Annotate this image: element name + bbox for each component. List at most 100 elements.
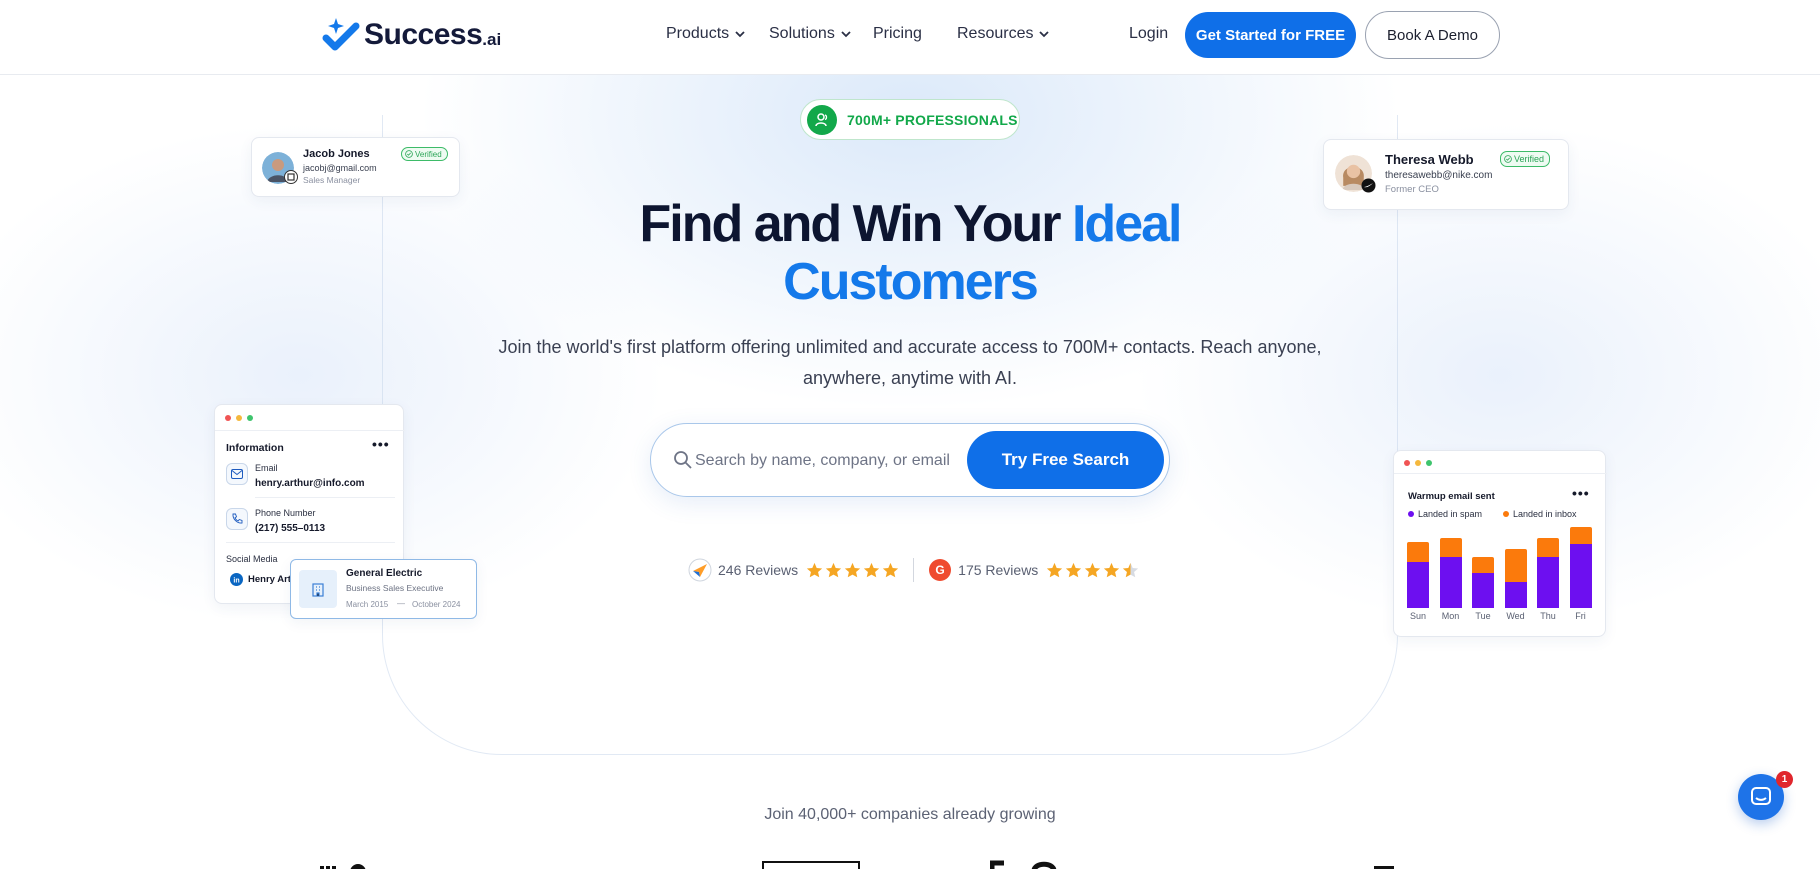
end-date: October 2024 xyxy=(412,600,461,609)
divider xyxy=(1394,473,1607,474)
card-name: Theresa Webb xyxy=(1385,152,1474,167)
profile-card-jacob: Jacob Jones jacobj@gmail.com Sales Manag… xyxy=(251,137,460,197)
g2-stars xyxy=(1046,562,1139,579)
legend-label: Landed in inbox xyxy=(1513,509,1577,519)
top-navbar: Success .ai Products Solutions Pricing R… xyxy=(0,0,1820,75)
bar-segment xyxy=(1472,557,1494,573)
warmup-chart-card: Warmup email sent ••• Landed in spam Lan… xyxy=(1393,450,1607,637)
phone-label: Phone Number xyxy=(255,508,316,518)
bar-segment xyxy=(1407,561,1429,608)
reviews-divider xyxy=(913,558,915,582)
linkedin-icon: in xyxy=(230,573,243,586)
card-name: Jacob Jones xyxy=(303,148,370,160)
bar-segment xyxy=(1472,572,1494,608)
svg-text:G: G xyxy=(935,563,944,577)
start-date: March 2015 xyxy=(346,600,389,609)
star-icon xyxy=(1047,562,1063,577)
notification-badge: 1 xyxy=(1776,771,1793,788)
window-dots xyxy=(1404,460,1432,466)
g2-icon: G xyxy=(929,559,952,581)
nav-pricing[interactable]: Pricing xyxy=(873,25,922,43)
reviews-row: 246 Reviews G 175 Reviews xyxy=(688,557,1139,583)
card-role: Sales Manager xyxy=(303,175,361,185)
partner-logo xyxy=(318,858,378,869)
book-demo-button[interactable]: Book A Demo xyxy=(1365,11,1500,59)
more-options-icon[interactable]: ••• xyxy=(372,436,390,452)
chevron-down-icon xyxy=(1039,31,1050,38)
star-half-icon xyxy=(1123,562,1139,577)
legend-swatch xyxy=(1408,511,1414,517)
building-icon xyxy=(299,570,337,608)
star-icon xyxy=(883,562,899,577)
x-tick-label: Fri xyxy=(1575,611,1586,621)
chart-title: Warmup email sent xyxy=(1408,491,1495,502)
search-input[interactable] xyxy=(695,442,955,480)
partner-logo xyxy=(762,861,860,869)
hero-headline: Find and Win Your Ideal Customers xyxy=(460,195,1360,311)
nav-solutions-label: Solutions xyxy=(769,25,835,42)
bar-segment xyxy=(1537,557,1559,608)
brand-logo[interactable]: Success .ai xyxy=(322,16,501,54)
x-tick-label: Mon xyxy=(1441,611,1460,621)
bar-segment xyxy=(1439,557,1462,608)
bar-segment xyxy=(1439,537,1462,558)
subline-line-1: Join the world's first platform offering… xyxy=(498,337,1322,357)
divider xyxy=(215,430,405,431)
bar-segment xyxy=(1537,537,1559,558)
check-circle-icon xyxy=(1504,155,1512,163)
svg-text:in: in xyxy=(233,577,239,584)
legend-label: Landed in spam xyxy=(1418,509,1483,519)
nav-resources-label: Resources xyxy=(957,25,1034,42)
star-icon xyxy=(864,562,880,577)
checkmark-sparkle-icon xyxy=(322,18,360,51)
legend-swatch xyxy=(1503,511,1509,517)
star-icon xyxy=(807,562,823,577)
x-tick-label: Thu xyxy=(1540,611,1556,621)
capterra-review-count: 246 Reviews xyxy=(718,562,799,578)
nav-products[interactable]: Products xyxy=(666,25,745,43)
chevron-down-icon xyxy=(841,31,851,38)
subline-line-2: anywhere, anytime with AI. xyxy=(802,368,1018,388)
nav-pricing-label: Pricing xyxy=(873,25,922,42)
bar-segment xyxy=(1504,581,1527,608)
try-free-search-button[interactable]: Try Free Search xyxy=(967,431,1164,489)
info-title: Information xyxy=(226,442,284,454)
login-link[interactable]: Login xyxy=(1129,25,1168,43)
legend-inbox: Landed in inbox xyxy=(1503,509,1577,519)
star-icon xyxy=(1066,562,1082,577)
get-started-button[interactable]: Get Started for FREE xyxy=(1185,12,1356,58)
phone-value: (217) 555–0113 xyxy=(255,523,326,534)
star-icon xyxy=(826,562,842,577)
bar-segment xyxy=(1504,548,1527,582)
legend-spam: Landed in spam xyxy=(1408,509,1482,519)
verified-label: Verified xyxy=(415,149,442,159)
phone-icon xyxy=(226,508,248,530)
bar-segment xyxy=(1569,544,1592,608)
hero-search-bar: Try Free Search xyxy=(650,423,1170,497)
search-icon xyxy=(674,451,692,469)
chat-icon xyxy=(1751,787,1771,805)
nav-resources[interactable]: Resources xyxy=(957,25,1050,43)
partner-logo xyxy=(989,858,1062,869)
verified-label: Verified xyxy=(1514,154,1545,164)
x-tick-label: Sun xyxy=(1409,611,1426,621)
company-name: General Electric xyxy=(346,568,423,579)
card-email: theresawebb@nike.com xyxy=(1385,170,1493,181)
email-label: Email xyxy=(255,463,278,473)
users-icon xyxy=(807,104,837,135)
star-icon xyxy=(1085,562,1101,577)
x-tick-label: Wed xyxy=(1506,611,1525,621)
nike-badge-icon xyxy=(1361,178,1376,193)
star-icon xyxy=(1104,562,1120,577)
capterra-icon xyxy=(688,558,712,582)
brand-name: Success xyxy=(364,18,483,51)
nav-solutions[interactable]: Solutions xyxy=(769,25,851,43)
capterra-stars xyxy=(806,562,899,579)
check-circle-icon xyxy=(405,150,413,158)
company-role: Business Sales Executive xyxy=(346,583,444,593)
brand-suffix: .ai xyxy=(482,30,502,49)
card-email: jacobj@gmail.com xyxy=(303,163,377,173)
divider xyxy=(226,542,395,543)
x-tick-label: Tue xyxy=(1475,611,1491,621)
more-options-icon[interactable]: ••• xyxy=(1572,485,1590,501)
